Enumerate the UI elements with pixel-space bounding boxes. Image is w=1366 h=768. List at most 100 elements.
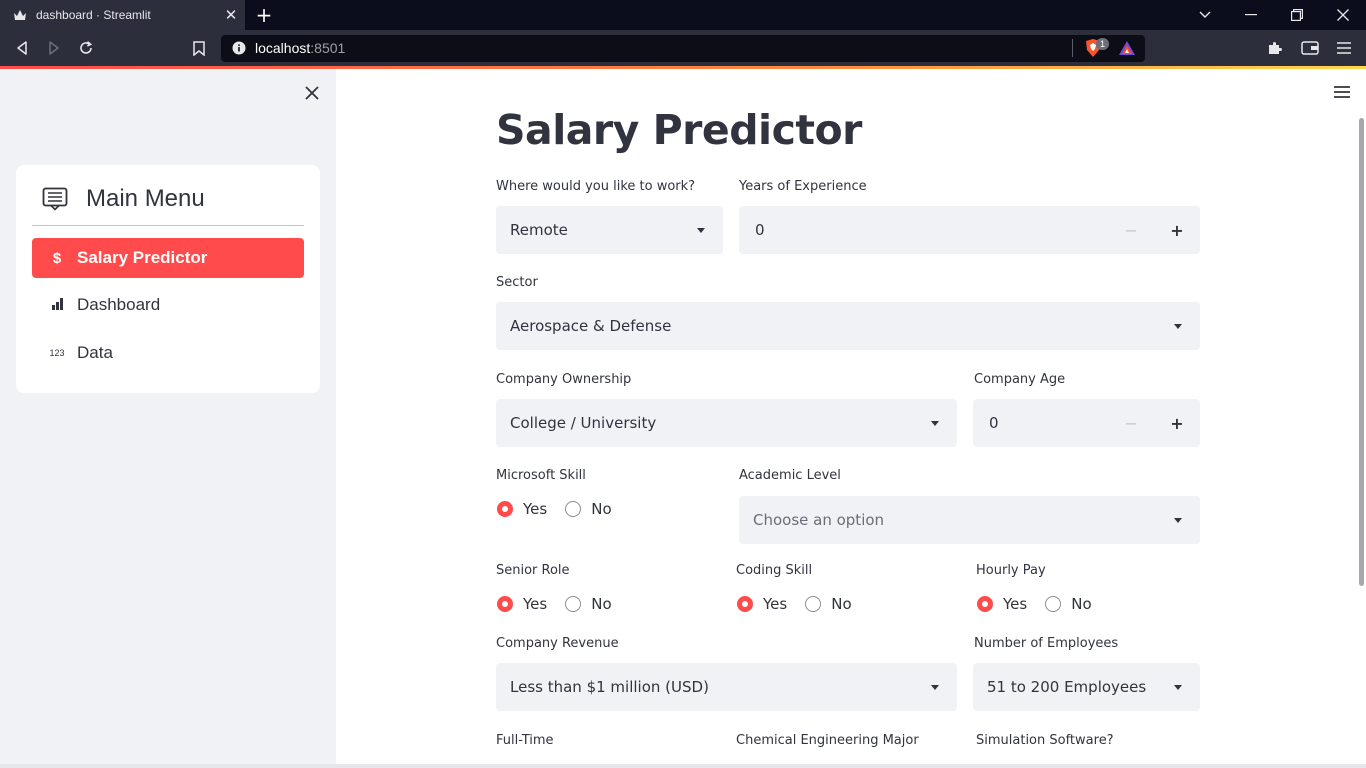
main-scrollbar[interactable] — [1359, 118, 1364, 586]
forward-arrow-icon — [49, 41, 59, 55]
senior-role-radio-group: Yes No — [497, 595, 630, 613]
sidebar-item-label: Dashboard — [77, 295, 161, 314]
sector-label: Sector — [496, 275, 538, 290]
radio-no[interactable]: No — [565, 500, 612, 518]
new-tab-button[interactable]: + — [254, 3, 274, 27]
bar-chart-icon — [48, 297, 66, 313]
browser-menu-button[interactable] — [1332, 36, 1356, 60]
site-info-icon[interactable] — [232, 41, 246, 55]
select-value: Less than $1 million (USD) — [510, 678, 709, 696]
shields-count-badge: 1 — [1096, 38, 1109, 50]
sidebar-item-label: Data — [77, 343, 113, 362]
radio-yes[interactable]: Yes — [977, 595, 1027, 613]
back-button[interactable] — [10, 36, 34, 60]
work-location-select[interactable]: Remote — [496, 206, 723, 254]
close-icon — [1337, 9, 1349, 21]
extensions-button[interactable] — [1263, 36, 1287, 60]
radio-label: Yes — [1003, 595, 1028, 613]
restore-icon — [1291, 9, 1303, 21]
tab-title: dashboard · Streamlit — [36, 8, 151, 22]
url-host: localhost — [255, 40, 311, 56]
radio-no[interactable]: No — [1045, 595, 1092, 613]
close-window-button[interactable] — [1320, 0, 1366, 30]
window-bottom-edge — [0, 764, 1366, 768]
sector-select[interactable]: Aerospace & Defense — [496, 302, 1200, 350]
sidebar-item-data[interactable]: 123 Data — [32, 333, 304, 373]
number-value[interactable]: 0 — [739, 221, 1108, 239]
revenue-select[interactable]: Less than $1 million (USD) — [496, 663, 957, 711]
brave-rewards-icon[interactable] — [1118, 40, 1136, 56]
sidebar-item-salary-predictor[interactable]: $ Salary Predictor — [32, 238, 304, 278]
streamlit-crown-icon — [14, 10, 26, 20]
numbers-123-icon: 123 — [49, 348, 65, 358]
tab-search-button[interactable] — [1182, 0, 1228, 30]
radio-label: Yes — [763, 595, 788, 613]
company-age-number-input[interactable]: 0 − + — [973, 399, 1200, 447]
radio-unselected-icon — [805, 596, 822, 612]
reload-button[interactable] — [74, 36, 98, 60]
employees-label: Number of Employees — [974, 636, 1119, 651]
radio-unselected-icon — [565, 501, 582, 517]
coding-skill-radio-group: Yes No — [737, 595, 870, 613]
caret-down-icon — [931, 684, 939, 690]
hourly-pay-label: Hourly Pay — [976, 563, 1046, 578]
radio-label: No — [1071, 595, 1092, 613]
dollar-icon: $ — [52, 249, 62, 267]
radio-unselected-icon — [1045, 596, 1062, 612]
address-bar[interactable] — [221, 35, 1145, 62]
radio-no[interactable]: No — [805, 595, 852, 613]
sidebar-item-dashboard[interactable]: Dashboard — [32, 285, 304, 325]
sidebar-item-label: Salary Predictor — [77, 248, 208, 267]
radio-label: No — [591, 500, 612, 518]
increment-button[interactable]: + — [1154, 206, 1200, 254]
app-menu-icon[interactable] — [1333, 85, 1351, 99]
menu-divider — [32, 225, 304, 226]
wallet-button[interactable] — [1298, 36, 1322, 60]
academic-level-select[interactable]: Choose an option — [739, 496, 1200, 544]
restore-button[interactable] — [1274, 0, 1320, 30]
minimize-button[interactable] — [1228, 0, 1274, 30]
employees-select[interactable]: 51 to 200 Employees — [973, 663, 1200, 711]
radio-selected-icon — [497, 501, 513, 517]
menu-icon — [1337, 42, 1351, 54]
chem-major-label: Chemical Engineering Major — [736, 733, 919, 748]
experience-number-input[interactable]: 0 − + — [739, 206, 1200, 254]
browser-tab[interactable]: dashboard · Streamlit ✕ — [0, 0, 245, 30]
tab-close-icon[interactable]: ✕ — [217, 6, 245, 24]
radio-yes[interactable]: Yes — [737, 595, 787, 613]
wallet-icon — [1301, 41, 1319, 55]
radio-unselected-icon — [565, 596, 582, 612]
decrement-button[interactable]: − — [1108, 206, 1154, 254]
microsoft-skill-label: Microsoft Skill — [496, 468, 586, 483]
bookmark-button[interactable] — [187, 36, 211, 60]
radio-selected-icon — [497, 596, 513, 612]
microsoft-skill-radio-group: Yes No — [497, 500, 630, 518]
url-text[interactable]: localhost:8501 — [255, 39, 345, 57]
url-port: :8501 — [310, 40, 346, 56]
select-value: Remote — [510, 221, 568, 239]
revenue-label: Company Revenue — [496, 636, 619, 651]
radio-yes[interactable]: Yes — [497, 595, 547, 613]
option-menu: Main Menu $ Salary Predictor Dashboard 1… — [16, 165, 320, 393]
sidebar-close-icon[interactable] — [302, 83, 322, 103]
address-bar-divider — [1072, 39, 1073, 57]
caret-down-icon — [931, 420, 939, 426]
menu-header: Main Menu — [42, 185, 205, 213]
radio-label: Yes — [523, 595, 548, 613]
decrement-button[interactable]: − — [1108, 399, 1154, 447]
radio-yes[interactable]: Yes — [497, 500, 547, 518]
forward-button[interactable] — [42, 36, 66, 60]
company-age-label: Company Age — [974, 372, 1066, 387]
caret-down-icon — [1174, 684, 1182, 690]
ownership-select[interactable]: College / University — [496, 399, 957, 447]
full-time-label: Full-Time — [496, 733, 554, 748]
radio-no[interactable]: No — [565, 595, 612, 613]
senior-role-label: Senior Role — [496, 563, 570, 578]
increment-button[interactable]: + — [1154, 399, 1200, 447]
number-value[interactable]: 0 — [973, 414, 1108, 432]
puzzle-icon — [1269, 41, 1283, 54]
page-title: Salary Predictor — [496, 106, 862, 154]
select-value: 51 to 200 Employees — [987, 678, 1147, 696]
work-location-label: Where would you like to work? — [496, 179, 696, 194]
radio-label: No — [591, 595, 612, 613]
